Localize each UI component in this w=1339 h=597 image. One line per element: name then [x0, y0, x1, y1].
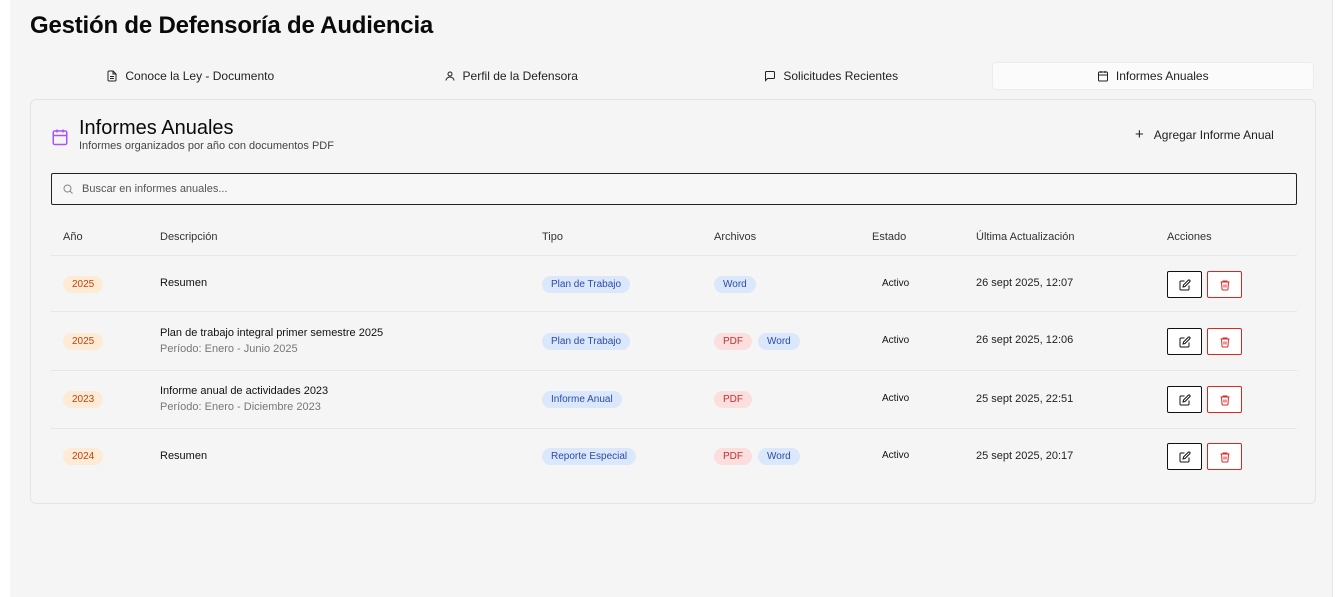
updated-date: 25 sept 2025, 22:51	[976, 393, 1074, 405]
updated-date: 25 sept 2025, 20:17	[976, 450, 1074, 462]
status-text: Activo	[882, 335, 910, 346]
search-box	[51, 173, 1297, 205]
edit-button[interactable]	[1167, 386, 1202, 413]
document-icon	[107, 70, 117, 82]
pdf-file-badge[interactable]: PDF	[714, 333, 752, 350]
edit-icon	[1179, 393, 1191, 405]
header-year: Año	[63, 231, 83, 243]
type-badge: Informe Anual	[542, 391, 622, 408]
updated-date: 26 sept 2025, 12:06	[976, 334, 1074, 346]
trash-icon	[1220, 337, 1229, 347]
updated-date: 26 sept 2025, 12:07	[976, 277, 1074, 289]
year-badge: 2025	[63, 333, 104, 350]
row-period: Período: Enero - Junio 2025	[160, 343, 298, 355]
word-file-badge[interactable]: Word	[758, 448, 800, 465]
delete-button[interactable]	[1207, 443, 1242, 470]
delete-button[interactable]	[1207, 328, 1242, 355]
row-description: Resumen	[160, 277, 208, 289]
files-list: PDF Word	[714, 333, 800, 350]
row-period: Período: Enero - Diciembre 2023	[160, 401, 321, 413]
header-actions: Acciones	[1167, 231, 1212, 243]
header-description: Descripción	[160, 231, 218, 243]
search-input[interactable]	[82, 183, 1282, 195]
calendar-icon	[1097, 71, 1108, 82]
pdf-file-badge[interactable]: PDF	[714, 391, 752, 408]
trash-icon	[1220, 395, 1229, 405]
tab-label: Conoce la Ley - Documento	[125, 69, 275, 83]
year-badge: 2025	[63, 276, 104, 293]
add-annual-report-button[interactable]: + Agregar Informe Anual	[1135, 126, 1274, 143]
edit-icon	[1179, 278, 1191, 290]
edit-button[interactable]	[1167, 443, 1202, 470]
row-description: Plan de trabajo integral primer semestre…	[160, 327, 384, 339]
year-badge: 2024	[63, 448, 104, 465]
trash-icon	[1220, 452, 1229, 462]
header-updated: Última Actualización	[976, 231, 1075, 243]
files-list: PDF Word	[714, 448, 800, 465]
type-badge: Plan de Trabajo	[542, 333, 631, 350]
edit-button[interactable]	[1167, 271, 1202, 298]
add-button-label: Agregar Informe Anual	[1153, 128, 1274, 142]
tab-solicitudes[interactable]: Solicitudes Recientes	[671, 62, 992, 90]
files-list: PDF	[714, 391, 752, 408]
tab-label: Perfil de la Defensora	[462, 69, 578, 83]
page: Gestión de Defensoría de Audiencia Conoc…	[10, 0, 1332, 597]
card-title: Informes Anuales	[79, 117, 234, 139]
header-type: Tipo	[542, 231, 563, 243]
message-icon	[765, 71, 776, 82]
table-row: 2023 Informe anual de actividades 2023 P…	[51, 371, 1297, 429]
word-file-badge[interactable]: Word	[714, 276, 756, 293]
tab-informes-anuales[interactable]: Informes Anuales	[991, 62, 1314, 90]
row-description: Resumen	[160, 450, 208, 462]
status-text: Activo	[882, 278, 910, 289]
trash-icon	[1220, 280, 1229, 290]
card-subtitle: Informes organizados por año con documen…	[79, 140, 334, 152]
table-row: 2024 Resumen Reporte Especial PDF Word A…	[51, 429, 1297, 484]
search-icon	[63, 184, 73, 194]
edit-icon	[1179, 450, 1191, 462]
scrollbar-track[interactable]	[1332, 0, 1339, 597]
type-badge: Plan de Trabajo	[542, 276, 631, 293]
header-files: Archivos	[714, 231, 757, 243]
word-file-badge[interactable]: Word	[758, 333, 800, 350]
annual-reports-card: Informes Anuales Informes organizados po…	[30, 99, 1316, 504]
table-header: Año Descripción Tipo Archivos Estado Últ…	[51, 218, 1297, 256]
table-row: 2025 Resumen Plan de Trabajo Word Activo…	[51, 257, 1297, 312]
status-text: Activo	[882, 450, 910, 461]
pdf-file-badge[interactable]: PDF	[714, 448, 752, 465]
page-title: Gestión de Defensoría de Audiencia	[30, 12, 434, 39]
user-icon	[445, 71, 455, 81]
files-list: Word	[714, 276, 756, 293]
tab-bar: Conoce la Ley - Documento Perfil de la D…	[30, 62, 1314, 90]
type-badge: Reporte Especial	[542, 448, 637, 465]
row-description: Informe anual de actividades 2023	[160, 385, 329, 397]
tab-conoce-la-ley[interactable]: Conoce la Ley - Documento	[30, 62, 351, 90]
edit-icon	[1179, 335, 1191, 347]
status-text: Activo	[882, 393, 910, 404]
plus-icon: +	[1135, 126, 1144, 143]
delete-button[interactable]	[1207, 386, 1242, 413]
header-status: Estado	[872, 231, 907, 243]
table-row: 2025 Plan de trabajo integral primer sem…	[51, 312, 1297, 371]
tab-label: Solicitudes Recientes	[783, 69, 899, 83]
calendar-icon	[52, 129, 68, 146]
tab-label: Informes Anuales	[1115, 69, 1209, 83]
year-badge: 2023	[63, 391, 104, 408]
delete-button[interactable]	[1207, 271, 1242, 298]
tab-perfil[interactable]: Perfil de la Defensora	[351, 62, 672, 90]
edit-button[interactable]	[1167, 328, 1202, 355]
